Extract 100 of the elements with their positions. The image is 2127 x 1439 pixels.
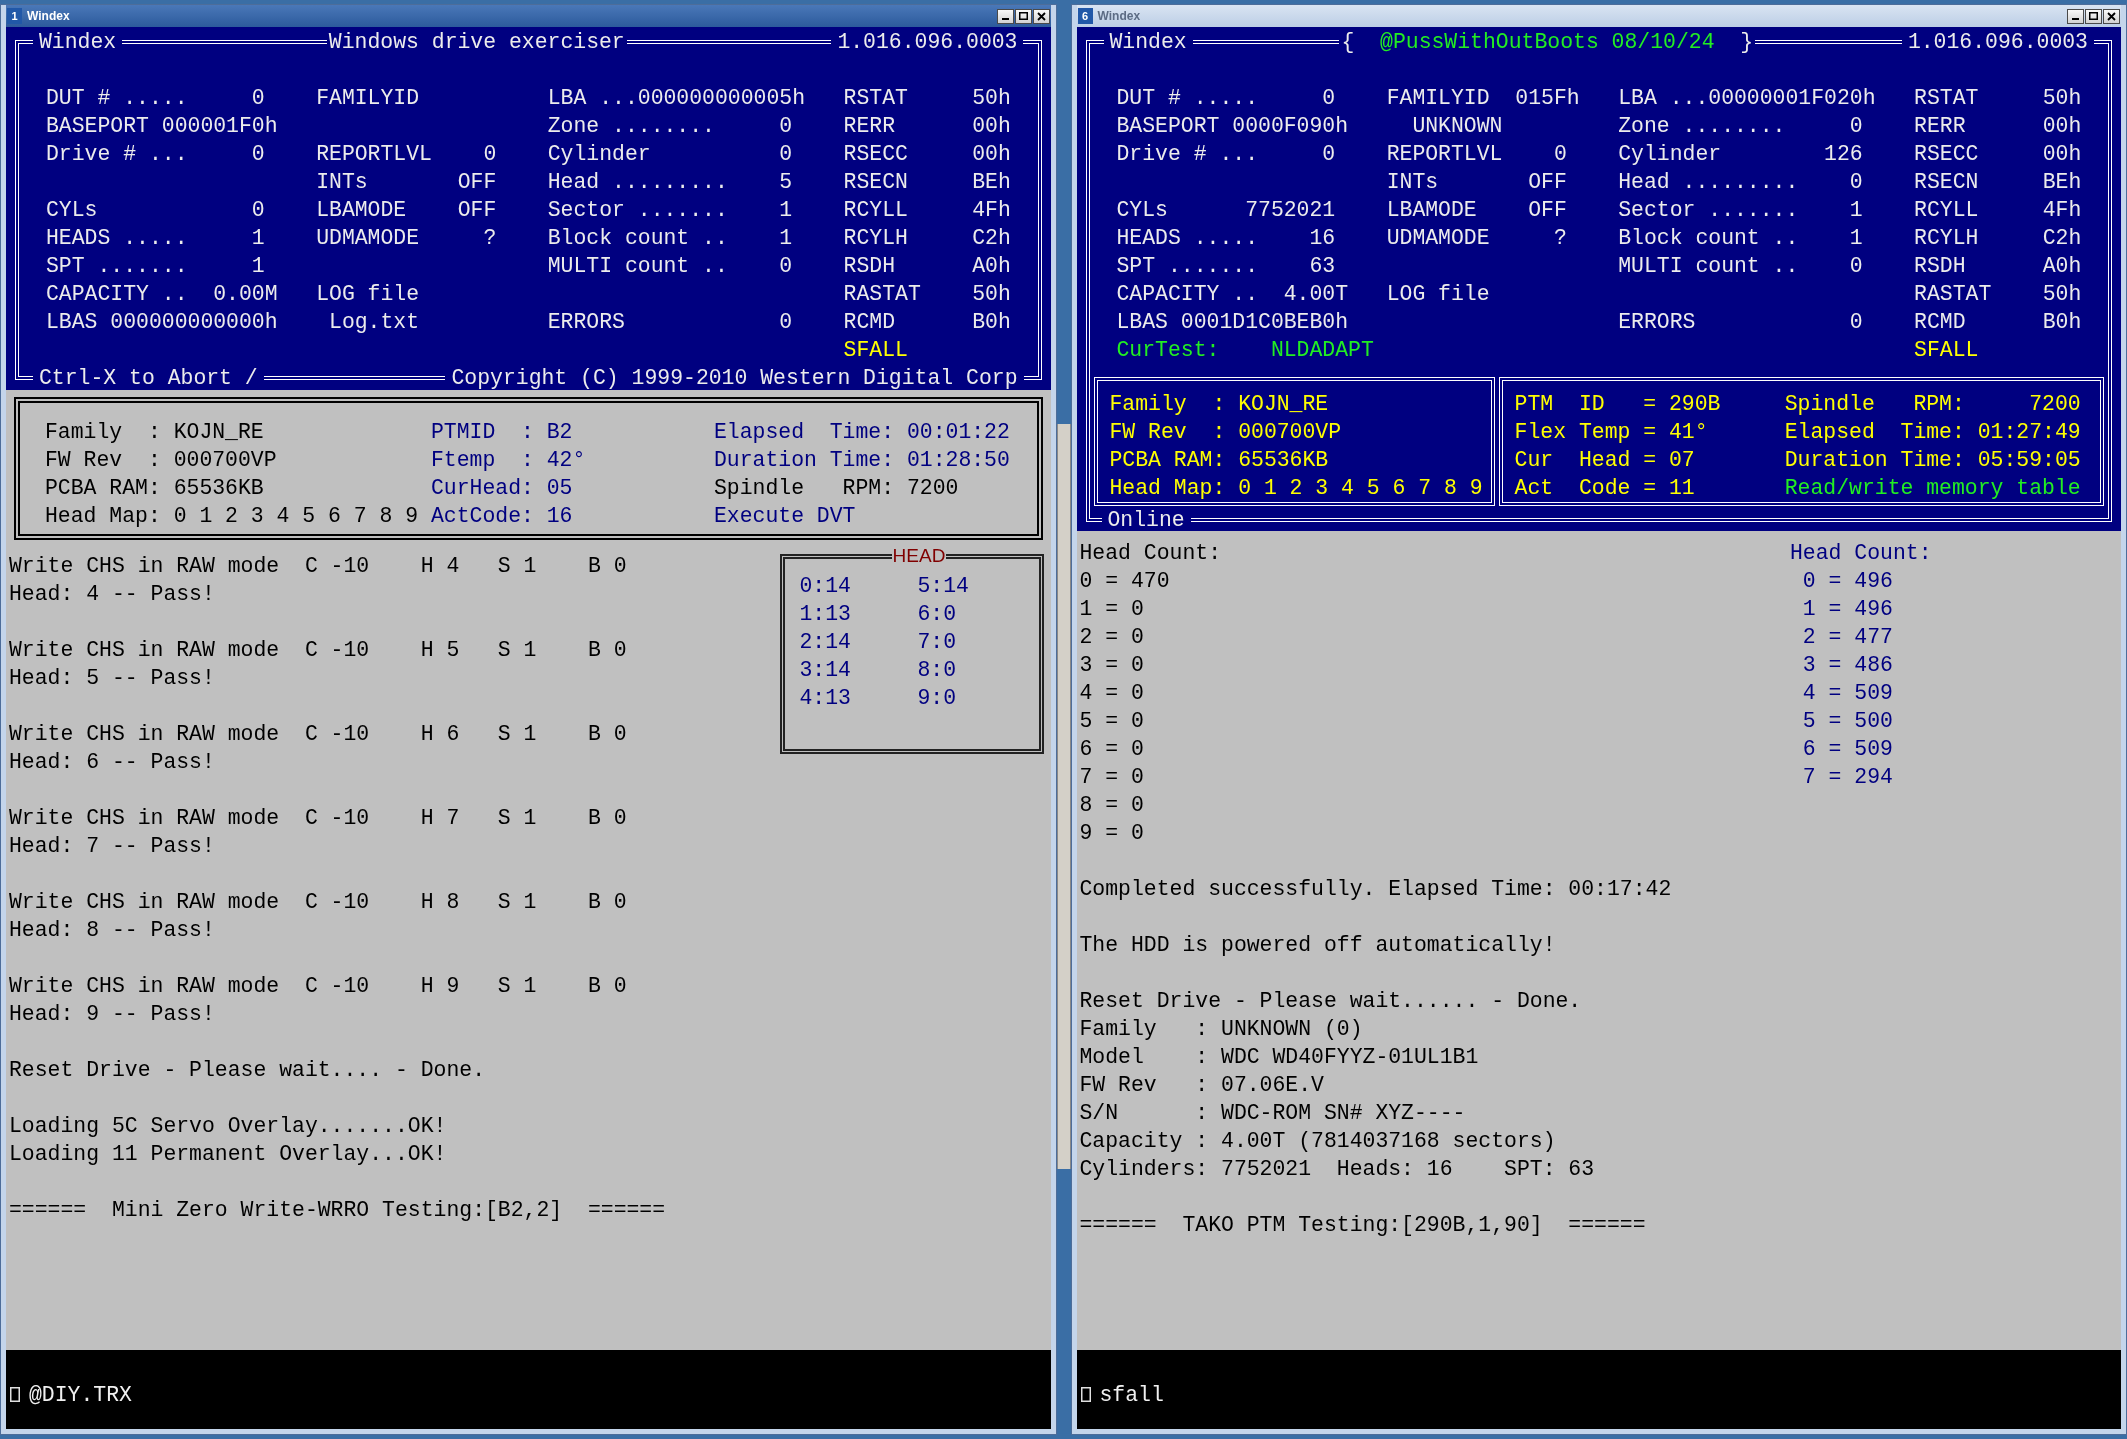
status-field: RCYLH C2h <box>1914 224 2082 252</box>
status-field: Head ......... 5 <box>547 168 793 196</box>
head-entry: 5:14 <box>917 573 970 600</box>
close-button[interactable] <box>2103 8 2120 24</box>
status-field: LBAMODE OFF <box>1386 196 1567 224</box>
status-field: REPORTLVL 0 <box>316 140 497 168</box>
header-title: { <box>1341 29 1355 56</box>
minimize-icon <box>2072 18 2079 20</box>
status-field: Block count .. 1 <box>547 224 793 252</box>
info-field: ActCode: 16 <box>430 502 714 530</box>
maximize-button[interactable] <box>1014 8 1032 24</box>
minimize-button[interactable] <box>2067 8 2084 24</box>
status-field: RSECN BEh <box>1914 168 2082 196</box>
log-line: 7 = 0 <box>1079 764 1144 791</box>
status-field: Sector ....... 1 <box>547 196 793 224</box>
head-entry: 6:0 <box>917 601 958 628</box>
status-field: RASTAT 50h <box>843 280 1011 308</box>
log-line: Head: 7 -- Pass! <box>9 833 215 860</box>
log-line: 3 = 0 <box>1079 652 1144 679</box>
maximize-icon <box>2089 12 2098 20</box>
status-field: Drive # ... 0 <box>1116 140 1336 168</box>
head-entry: 3:14 <box>799 657 852 684</box>
maximize-button[interactable] <box>2085 8 2102 24</box>
info-field: Duration Time: 05:59:05 <box>1784 446 2081 474</box>
status-field: Head ......... 0 <box>1618 168 1863 196</box>
status-field: RCYLH C2h <box>843 224 1011 252</box>
maximize-icon <box>1018 12 1028 20</box>
log-line: Loading 11 Permanent Overlay...OK! <box>9 1141 447 1168</box>
status-field: RSTAT 50h <box>1914 84 2082 112</box>
log-line: 5 = 500 <box>1801 708 1893 735</box>
status-field: ERRORS 0 <box>1618 308 1863 336</box>
header-title: @PussWithOutBoots 08/10/24 <box>1380 29 1715 56</box>
info-field: CurHead: 05 <box>430 474 714 502</box>
log-line: Model : WDC WD40FYYZ-01UL1B1 <box>1079 1044 1479 1071</box>
status-field: LOG file <box>1386 280 1490 308</box>
status-field: Zone ........ 0 <box>1618 112 1863 140</box>
status-field: MULTI count .. 0 <box>1618 252 1863 280</box>
status-field: LOG file <box>316 280 420 308</box>
status-field: RCYLL 4Fh <box>1914 196 2082 224</box>
info-field: FW Rev : 000700VP <box>45 446 431 474</box>
status-field: RERR 00h <box>1914 112 2082 140</box>
info-field: Spindle RPM: 7200 <box>713 474 1010 502</box>
status-field: CAPACITY .. 4.00T <box>1116 280 1349 308</box>
info-field: PCBA RAM: 65536KB <box>1109 446 1483 474</box>
status-field: Cylinder 126 <box>1618 140 1863 168</box>
head-entry: 4:13 <box>799 685 852 712</box>
status-field: Drive # ... 0 <box>46 140 265 168</box>
log-line: 1 = 496 <box>1801 596 1893 623</box>
status-field: UDMAMODE ? <box>316 224 497 252</box>
log-line: 8 = 0 <box>1079 792 1144 819</box>
minimize-button[interactable] <box>996 8 1014 24</box>
status-field: SFALL <box>843 336 908 364</box>
status-field: LBAS 000000000000h <box>46 308 278 336</box>
command-field[interactable]: sfall <box>1076 1350 2121 1429</box>
log-line: Head: 5 -- Pass! <box>9 665 215 692</box>
log-line: 2 = 477 <box>1801 624 1893 651</box>
head-entry: 0:14 <box>799 573 852 600</box>
status-field: Block count .. 1 <box>1618 224 1863 252</box>
status-field: CYLs 0 <box>46 196 265 224</box>
log-line: Write CHS in RAW mode C -10 H 4 S 1 B 0 <box>9 553 627 580</box>
status-field: UDMAMODE ? <box>1386 224 1567 252</box>
log-line: The HDD is powered off automatically! <box>1079 932 1556 959</box>
status-field: FAMILYID <box>316 84 420 112</box>
window-number: 1 <box>7 8 22 24</box>
status-field: LBAS 0001D1C0BEB0h <box>1116 308 1349 336</box>
status-field: CAPACITY .. 0.00M <box>46 280 278 308</box>
log-line: Head: 6 -- Pass! <box>9 749 215 776</box>
log-line: Write CHS in RAW mode C -10 H 9 S 1 B 0 <box>9 973 627 1000</box>
status-field: CurTest: NLDADAPT <box>1116 336 1374 364</box>
status-field: RCYLL 4Fh <box>843 196 1011 224</box>
info-field: PTMID : B2 <box>430 418 714 446</box>
log-line: Reset Drive - Please wait...... - Done. <box>1079 988 1582 1015</box>
info-field: Ftemp : 42° <box>430 446 714 474</box>
info-field: Head Map: 0 1 2 3 4 5 6 7 8 9 <box>1109 474 1483 502</box>
command-field[interactable]: @DIY.TRX <box>6 1350 1051 1429</box>
status-field: SFALL <box>1914 336 1979 364</box>
close-button[interactable] <box>1032 8 1050 24</box>
info-field: Spindle RPM: 7200 <box>1784 390 2081 418</box>
log-line: Write CHS in RAW mode C -10 H 7 S 1 B 0 <box>9 805 627 832</box>
status-field: FAMILYID 015Fh <box>1386 84 1580 112</box>
status-field: UNKNOWN <box>1386 112 1503 140</box>
log-line: Head: 9 -- Pass! <box>9 1001 215 1028</box>
log-line: Head: 4 -- Pass! <box>9 581 215 608</box>
close-icon <box>1036 11 1046 21</box>
status-field: RASTAT 50h <box>1914 280 2082 308</box>
info-field: Elapsed Time: 00:01:22 <box>713 418 1010 446</box>
head-entry: 8:0 <box>917 657 958 684</box>
status-field: RSDH A0h <box>843 252 1011 280</box>
status-field: Sector ....... 1 <box>1618 196 1863 224</box>
status-field: REPORTLVL 0 <box>1386 140 1567 168</box>
log-line: Cylinders: 7752021 Heads: 16 SPT: 63 <box>1079 1156 1595 1183</box>
status-field: SPT ....... 63 <box>1116 252 1336 280</box>
log-line: 1 = 0 <box>1079 596 1144 623</box>
log-line: 6 = 0 <box>1079 736 1144 763</box>
status-field: RSTAT 50h <box>843 84 1011 112</box>
window-title: Windex <box>1097 9 1141 23</box>
header-title: Windows drive exerciser <box>328 29 625 56</box>
log-line: Head: 8 -- Pass! <box>9 917 215 944</box>
log-line: Write CHS in RAW mode C -10 H 6 S 1 B 0 <box>9 721 627 748</box>
status-field: RCMD B0h <box>843 308 1011 336</box>
